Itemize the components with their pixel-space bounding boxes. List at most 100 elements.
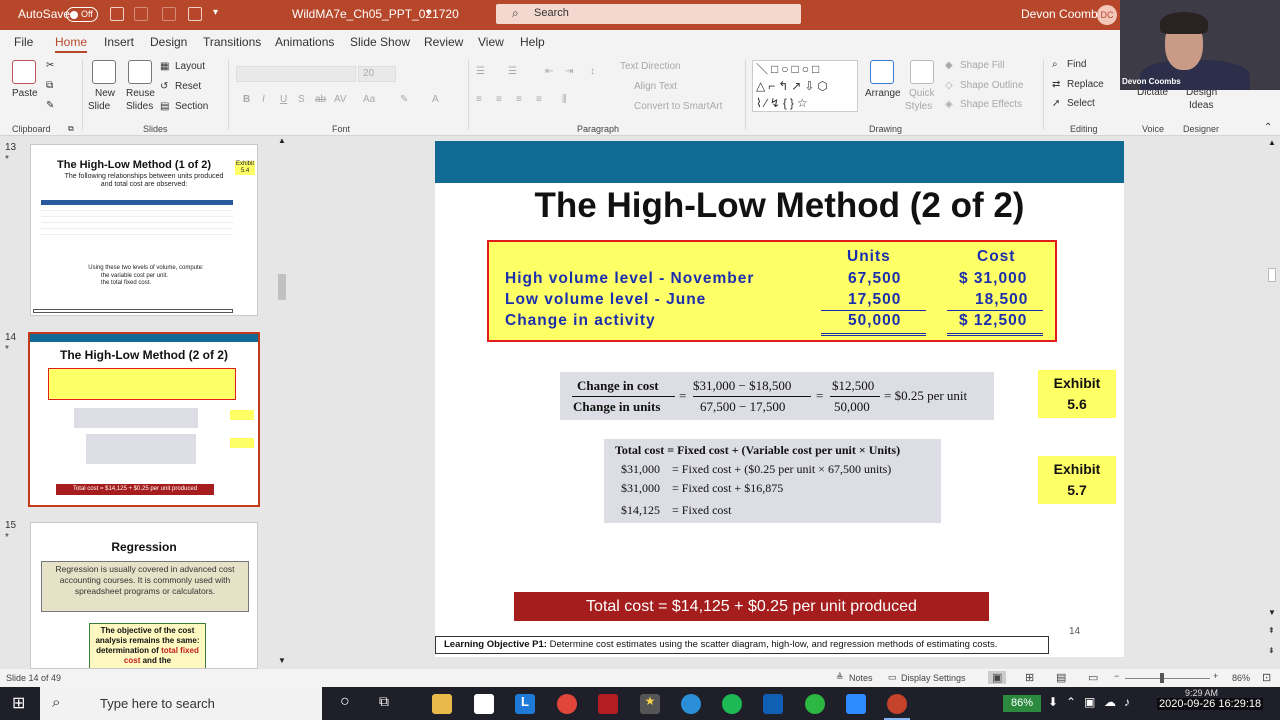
- next-slide-icon[interactable]: ⇟: [1268, 646, 1275, 655]
- section-button[interactable]: Section: [175, 101, 208, 112]
- strikethrough-icon[interactable]: ab: [315, 94, 326, 105]
- slide-thumbnail-14[interactable]: The High-Low Method (2 of 2) Total cost …: [28, 332, 260, 507]
- decrease-indent-icon[interactable]: ⇤: [545, 66, 553, 77]
- variable-cost-equation[interactable]: Change in cost Change in units = $31,000…: [560, 372, 994, 420]
- taskbar-search[interactable]: ⌕ Type here to search: [40, 687, 322, 720]
- store-icon[interactable]: [474, 694, 494, 714]
- location-icon[interactable]: ⬇: [1048, 695, 1058, 709]
- scroll-up-icon[interactable]: ▲: [1268, 138, 1276, 147]
- character-spacing-icon[interactable]: AV: [334, 94, 347, 105]
- learning-objective-box[interactable]: Learning Objective P1: Determine cost es…: [435, 636, 1049, 654]
- scroll-up-icon[interactable]: ▲: [278, 136, 286, 145]
- font-size-select[interactable]: 20: [358, 66, 396, 82]
- redo-icon[interactable]: [162, 7, 176, 21]
- font-color-icon[interactable]: A: [432, 94, 439, 105]
- convert-smartart-button[interactable]: Convert to SmartArt: [634, 101, 722, 112]
- shadow-icon[interactable]: S: [298, 94, 305, 105]
- align-text-button[interactable]: Align Text: [634, 81, 677, 92]
- outlook-icon[interactable]: [763, 694, 783, 714]
- dialog-launcher-icon[interactable]: ⧉: [68, 124, 74, 134]
- document-title[interactable]: WildMA7e_Ch05_PPT_021720: [292, 7, 459, 21]
- task-view-icon[interactable]: ⧉: [379, 693, 389, 710]
- user-name[interactable]: Devon Coombs: [1021, 7, 1104, 21]
- presenter-icon[interactable]: [188, 7, 202, 21]
- zoom-level[interactable]: 86%: [1232, 673, 1250, 683]
- customize-quick-access-icon[interactable]: ▾: [213, 7, 218, 18]
- volume-icon[interactable]: ♪: [1124, 695, 1130, 709]
- columns-icon[interactable]: ⫼: [562, 94, 567, 105]
- favorites-app-icon[interactable]: ★: [640, 694, 660, 714]
- edge-icon[interactable]: [681, 694, 701, 714]
- spotify-icon[interactable]: [722, 694, 742, 714]
- tab-file[interactable]: File: [14, 35, 33, 49]
- quick-styles-icon[interactable]: [910, 60, 934, 84]
- taskbar-clock[interactable]: 9:29 AM: [1185, 688, 1218, 698]
- zoom-slider[interactable]: [1125, 678, 1210, 679]
- cut-icon[interactable]: ✂: [46, 60, 54, 71]
- autosave-toggle[interactable]: Off: [66, 7, 98, 22]
- mcafee-icon[interactable]: [598, 694, 618, 714]
- scrollbar-thumb[interactable]: [278, 274, 286, 300]
- tab-home[interactable]: Home: [55, 35, 88, 53]
- shape-effects-button[interactable]: Shape Effects: [960, 99, 1022, 110]
- notes-button[interactable]: Notes: [849, 673, 873, 683]
- find-button[interactable]: Find: [1067, 59, 1086, 70]
- slideshow-icon[interactable]: ▭: [1088, 671, 1098, 684]
- tab-review[interactable]: Review: [424, 35, 463, 49]
- lockdown-browser-icon[interactable]: L: [515, 694, 535, 714]
- align-center-icon[interactable]: ≡: [496, 94, 502, 105]
- line-spacing-icon[interactable]: ↕: [590, 66, 595, 77]
- font-name-select[interactable]: [236, 66, 356, 82]
- reuse-slides-icon[interactable]: [128, 60, 152, 84]
- arrange-icon[interactable]: [870, 60, 894, 84]
- avatar[interactable]: DC: [1097, 5, 1117, 25]
- reading-view-icon[interactable]: ▤: [1056, 671, 1066, 684]
- quick-styles-button[interactable]: Quick: [909, 88, 935, 99]
- bold-icon[interactable]: B: [243, 94, 250, 105]
- bullets-icon[interactable]: ☰: [476, 66, 485, 77]
- copy-icon[interactable]: ⧉: [46, 80, 53, 91]
- align-right-icon[interactable]: ≡: [516, 94, 522, 105]
- thumbnail-scrollbar[interactable]: ▲ ▼: [276, 136, 288, 669]
- search-box[interactable]: ⌕ Search: [496, 4, 801, 24]
- numbering-icon[interactable]: ☰: [508, 66, 517, 77]
- windows-start-icon[interactable]: ⊞: [12, 693, 25, 713]
- tab-slide-show[interactable]: Slide Show: [350, 35, 410, 49]
- whatsapp-icon[interactable]: [805, 694, 825, 714]
- change-case-icon[interactable]: Aa: [363, 94, 375, 105]
- zoom-out-icon[interactable]: −: [1114, 671, 1119, 681]
- slide-title[interactable]: The High-Low Method (2 of 2): [435, 186, 1124, 226]
- reuse-slides-button[interactable]: Reuse: [126, 88, 155, 99]
- paste-button[interactable]: Paste: [12, 88, 38, 99]
- normal-view-icon[interactable]: ▣: [988, 671, 1007, 684]
- total-cost-formula[interactable]: Total cost = $14,125 + $0.25 per unit pr…: [514, 592, 989, 621]
- scrollbar-thumb[interactable]: [1268, 268, 1276, 282]
- show-hidden-icons-icon[interactable]: ⌃: [1066, 695, 1076, 709]
- tab-transitions[interactable]: Transitions: [203, 35, 261, 49]
- slide-canvas[interactable]: The High-Low Method (2 of 2) Units Cost …: [435, 141, 1124, 657]
- format-painter-icon[interactable]: ✎: [46, 100, 54, 111]
- paste-icon[interactable]: [12, 60, 36, 84]
- select-button[interactable]: Select: [1067, 98, 1095, 109]
- collapse-ribbon-icon[interactable]: ⌃: [1264, 122, 1272, 133]
- arrange-button[interactable]: Arrange: [865, 88, 901, 99]
- network-icon[interactable]: ▣: [1084, 695, 1095, 709]
- underline-icon[interactable]: U: [280, 94, 287, 105]
- slide-thumbnail-13[interactable]: The High-Low Method (1 of 2) Exhibit 5.4…: [30, 144, 258, 316]
- tab-design[interactable]: Design: [150, 35, 187, 49]
- powerpoint-icon[interactable]: [887, 694, 907, 714]
- chevron-down-icon[interactable]: ▾: [426, 7, 431, 18]
- tab-help[interactable]: Help: [520, 35, 545, 49]
- shape-outline-button[interactable]: Shape Outline: [960, 80, 1023, 91]
- display-settings-button[interactable]: Display Settings: [901, 673, 966, 683]
- cortana-icon[interactable]: ○: [340, 693, 350, 711]
- italic-icon[interactable]: I: [262, 94, 265, 105]
- align-left-icon[interactable]: ≡: [476, 94, 482, 105]
- justify-icon[interactable]: ≡: [536, 94, 542, 105]
- tab-view[interactable]: View: [478, 35, 504, 49]
- zoom-in-icon[interactable]: +: [1213, 671, 1218, 681]
- fit-to-window-icon[interactable]: ⊡: [1262, 671, 1271, 684]
- slide-sorter-icon[interactable]: ⊞: [1025, 671, 1034, 684]
- file-explorer-icon[interactable]: [432, 694, 452, 714]
- highlight-icon[interactable]: ✎: [400, 94, 408, 105]
